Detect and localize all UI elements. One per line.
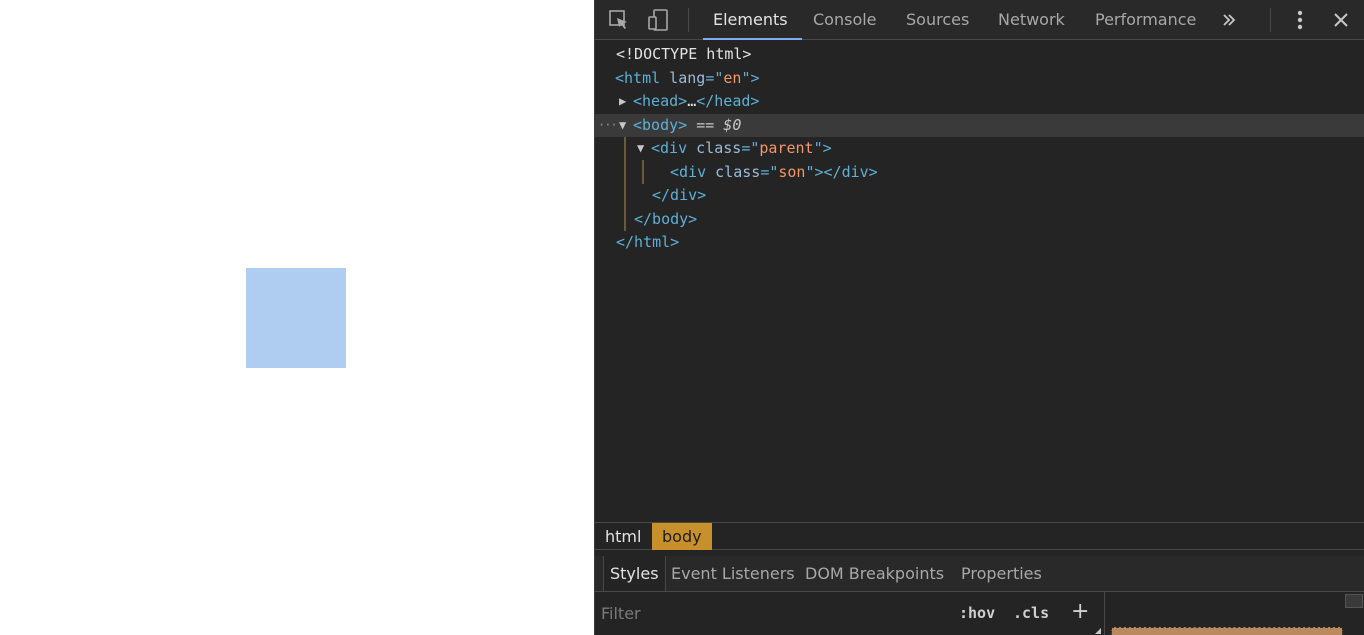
- margin-box[interactable]: [1111, 627, 1343, 635]
- styles-pane-tabs: Styles Event Listeners DOM Breakpoints P…: [595, 556, 1364, 592]
- son-div-box: [246, 268, 346, 368]
- tab-console[interactable]: Console: [813, 0, 877, 40]
- styles-filter-input[interactable]: [601, 601, 941, 625]
- toolbar-separator: [1270, 8, 1271, 32]
- tab-sources[interactable]: Sources: [906, 0, 969, 40]
- dom-tree[interactable]: <!DOCTYPE html> <html lang="en"> ▶ <head…: [595, 42, 1364, 522]
- tab-dom-breakpoints[interactable]: DOM Breakpoints: [805, 556, 944, 591]
- tab-elements[interactable]: Elements: [703, 0, 802, 40]
- kebab-menu-icon[interactable]: [1288, 8, 1312, 32]
- scrollbar-thumb[interactable]: [1345, 594, 1363, 608]
- expand-toggle-icon[interactable]: ▶: [619, 90, 626, 113]
- collapse-toggle-icon[interactable]: ▼: [619, 114, 626, 137]
- tab-performance[interactable]: Performance: [1095, 0, 1196, 40]
- rule-menu-corner-icon[interactable]: [1095, 628, 1101, 634]
- div-close-tag: </div>: [652, 186, 707, 204]
- dom-node-head[interactable]: ▶ <head>…</head>: [595, 90, 1364, 113]
- node-actions-icon[interactable]: ···: [598, 114, 618, 137]
- toolbar-separator: [688, 8, 689, 32]
- div-parent-tag: <div class="parent">: [651, 139, 832, 157]
- dom-node-doctype[interactable]: <!DOCTYPE html>: [595, 43, 1364, 66]
- box-model-pane: [1107, 592, 1364, 635]
- tab-network[interactable]: Network: [998, 0, 1065, 40]
- collapse-toggle-icon[interactable]: ▼: [637, 137, 644, 160]
- body-close-tag: </body>: [634, 210, 698, 228]
- dom-node-html-close[interactable]: </html>: [595, 231, 1364, 254]
- class-toggle-button[interactable]: .cls: [1013, 601, 1049, 625]
- breadcrumb: html body: [595, 522, 1364, 550]
- hover-state-button[interactable]: :hov: [959, 601, 995, 625]
- dom-node-div-son[interactable]: <div class="son"></div>: [595, 161, 1364, 184]
- tab-event-listeners[interactable]: Event Listeners: [671, 556, 795, 591]
- div-son-tag: <div class="son"></div>: [670, 163, 878, 181]
- styles-filter-bar: :hov .cls +: [595, 592, 1105, 635]
- devtools-panel: Elements Console Sources Network Perform…: [594, 0, 1364, 635]
- dom-node-body[interactable]: ··· ▼ <body> == $0: [595, 114, 1364, 137]
- body-indent-guide: [624, 137, 626, 231]
- html-open-tag: <html lang="en">: [615, 69, 760, 87]
- tab-styles[interactable]: Styles: [603, 556, 666, 591]
- more-tabs-icon[interactable]: [1217, 8, 1241, 32]
- page-viewport: [0, 0, 594, 635]
- breadcrumb-html[interactable]: html: [595, 523, 651, 550]
- body-open-tag: <body> == $0: [633, 116, 742, 134]
- dom-node-div-close[interactable]: </div>: [595, 184, 1364, 207]
- doctype-text: <!DOCTYPE html>: [616, 45, 752, 63]
- devtools-toolbar: Elements Console Sources Network Perform…: [595, 0, 1364, 40]
- add-rule-button[interactable]: +: [1071, 600, 1089, 624]
- tab-properties[interactable]: Properties: [961, 556, 1042, 591]
- dom-node-div-parent[interactable]: ▼ <div class="parent">: [595, 137, 1364, 160]
- dom-node-html[interactable]: <html lang="en">: [595, 67, 1364, 90]
- head-tag: <head>…</head>: [633, 92, 760, 110]
- html-close-tag: </html>: [616, 233, 680, 251]
- close-icon[interactable]: [1329, 8, 1353, 32]
- inspect-element-icon[interactable]: [607, 8, 631, 32]
- device-toolbar-icon[interactable]: [647, 8, 671, 32]
- div-indent-guide: [642, 160, 644, 184]
- dom-node-body-close[interactable]: </body>: [595, 208, 1364, 231]
- breadcrumb-body[interactable]: body: [652, 523, 712, 550]
